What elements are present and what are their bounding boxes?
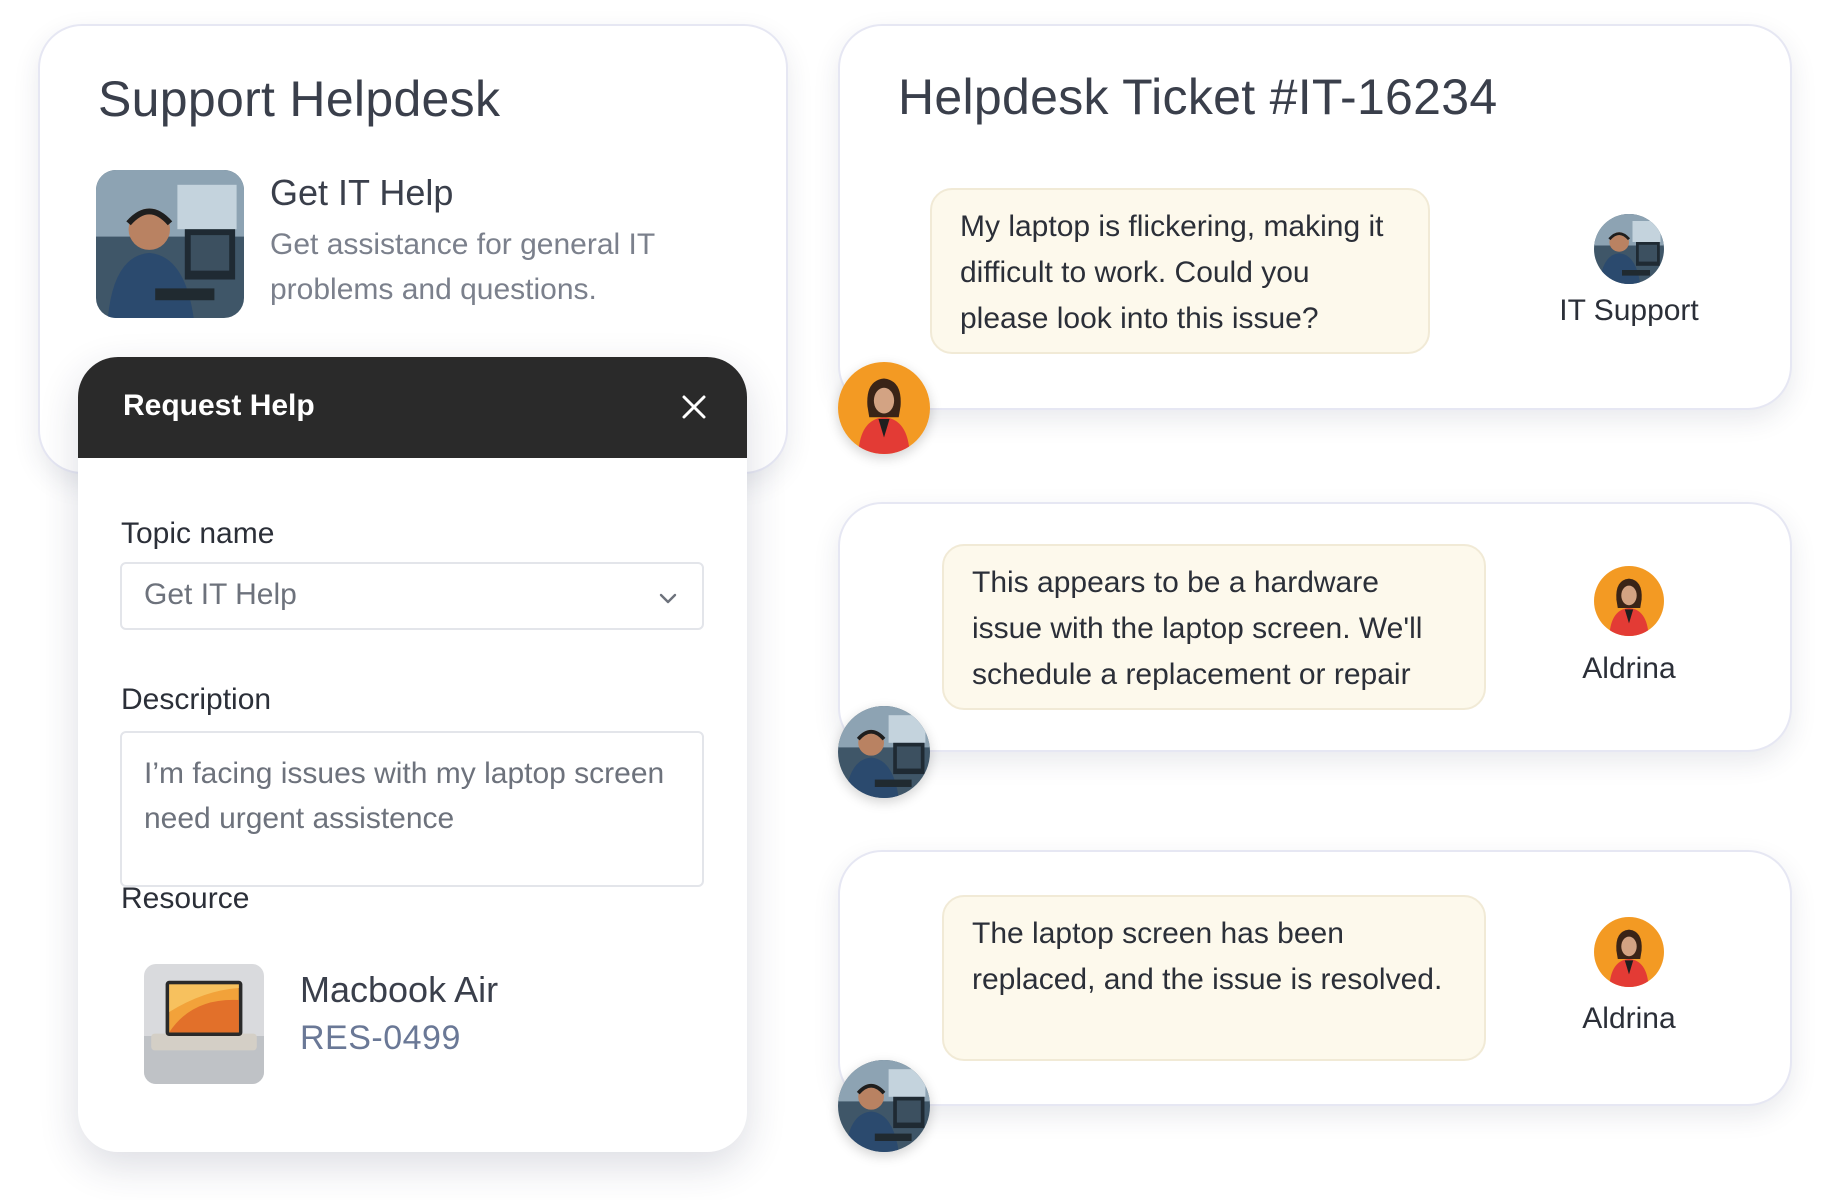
resource-label: Resource [121,882,250,915]
resource-image [144,964,264,1084]
message-bubble: This appears to be a hardware issue with… [942,544,1486,710]
topic-label: Topic name [121,517,275,550]
ticket-card: Helpdesk Ticket #IT-16234 My laptop is f… [838,24,1792,410]
resource-id: RES-0499 [300,1019,461,1057]
message-bubble: The laptop screen has been replaced, and… [942,895,1486,1061]
service-image[interactable] [96,170,244,318]
avatar [1594,214,1664,284]
topic-select[interactable]: Get IT Help [120,562,704,630]
avatar [1594,566,1664,636]
sender-avatar [838,706,930,798]
request-help-panel: Request Help Topic name Get IT Help Desc… [78,357,747,1152]
page-title: Support Helpdesk [98,71,501,127]
resource-name[interactable]: Macbook Air [300,969,498,1011]
avatar [1594,917,1664,987]
service-description: Get assistance for general IT problems a… [270,228,655,306]
recipient-name: IT Support [1559,294,1699,327]
ticket-reply-card: The laptop screen has been replaced, and… [838,850,1792,1106]
description-field[interactable]: I’m facing issues with my laptop screen … [120,731,704,887]
message-bubble: My laptop is flickering, making it diffi… [930,188,1430,354]
close-icon [682,395,706,419]
description-label: Description [121,683,272,716]
recipient-name: Aldrina [1582,652,1676,685]
sender-avatar [838,1060,930,1152]
ticket-reply-card: This appears to be a hardware issue with… [838,502,1792,752]
service-name[interactable]: Get IT Help [270,172,453,214]
recipient-name: Aldrina [1582,1002,1676,1035]
description-value: I’m facing issues with my laptop screen … [144,757,665,835]
topic-select-value: Get IT Help [144,578,297,611]
chevron-down-icon [659,593,677,604]
ticket-title: Helpdesk Ticket #IT-16234 [898,69,1498,125]
close-button[interactable] [672,385,716,429]
panel-title: Request Help [123,389,315,422]
sender-avatar [838,362,930,454]
panel-header: Request Help [78,357,747,458]
